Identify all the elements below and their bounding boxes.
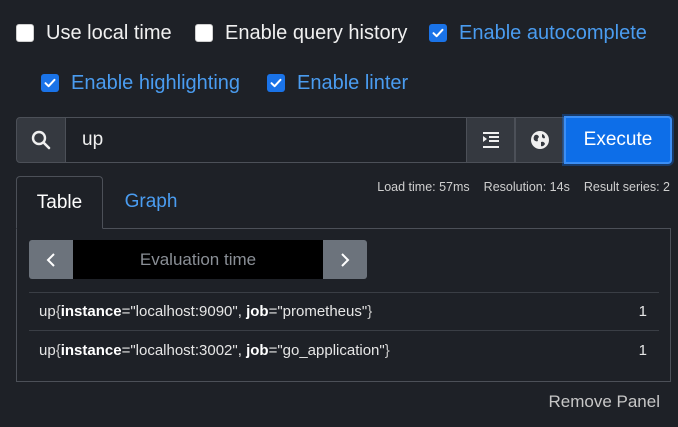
check-icon	[432, 28, 444, 38]
use-local-time-checkbox[interactable]	[16, 24, 34, 42]
evaluation-time-input[interactable]	[73, 240, 323, 279]
enable-query-history-label: Enable query history	[225, 21, 408, 44]
tab-graph[interactable]: Graph	[110, 176, 192, 228]
table-row: up{instance="localhost:9090", job="prome…	[29, 292, 659, 331]
use-local-time-option[interactable]: Use local time	[16, 19, 172, 47]
series-value: 1	[638, 303, 647, 320]
expression-bar: Execute	[16, 116, 672, 164]
query-stats: Load time: 57ms Resolution: 14s Result s…	[377, 180, 670, 194]
enable-highlighting-option[interactable]: Enable highlighting	[41, 69, 240, 97]
metrics-explorer-button[interactable]	[515, 117, 564, 163]
enable-linter-option[interactable]: Enable linter	[267, 69, 408, 97]
eval-time-forward-button[interactable]	[323, 240, 367, 279]
series-label: up{instance="localhost:3002", job="go_ap…	[39, 341, 390, 359]
load-time: Load time: 57ms	[377, 180, 470, 194]
format-indent-icon	[482, 132, 499, 148]
enable-linter-label: Enable linter	[297, 71, 409, 94]
expression-input[interactable]	[66, 117, 466, 163]
search-icon-box	[16, 117, 66, 163]
enable-linter-checkbox[interactable]	[267, 74, 285, 92]
search-icon	[31, 130, 51, 150]
enable-query-history-option[interactable]: Enable query history	[195, 19, 407, 47]
enable-query-history-checkbox[interactable]	[195, 24, 213, 42]
evaluation-time-picker	[29, 240, 367, 279]
execute-button[interactable]: Execute	[564, 116, 672, 164]
resolution: Resolution: 14s	[483, 180, 570, 194]
eval-time-back-button[interactable]	[29, 240, 73, 279]
use-local-time-label: Use local time	[46, 21, 172, 44]
enable-autocomplete-label: Enable autocomplete	[459, 21, 647, 44]
tab-table[interactable]: Table	[16, 176, 103, 229]
series-label: up{instance="localhost:9090", job="prome…	[39, 303, 373, 320]
globe-icon	[530, 131, 549, 149]
series-value: 1	[638, 341, 647, 359]
enable-autocomplete-option[interactable]: Enable autocomplete	[429, 19, 647, 47]
remove-panel-link[interactable]: Remove Panel	[548, 392, 660, 412]
check-icon	[270, 78, 282, 88]
enable-autocomplete-checkbox[interactable]	[429, 24, 447, 42]
check-icon	[44, 78, 56, 88]
format-expression-button[interactable]	[466, 117, 515, 163]
chevron-right-icon	[341, 252, 350, 267]
table-row: up{instance="localhost:3002", job="go_ap…	[29, 331, 659, 369]
enable-highlighting-checkbox[interactable]	[41, 74, 59, 92]
chevron-left-icon	[46, 252, 55, 267]
result-series: Result series: 2	[583, 180, 670, 194]
enable-highlighting-label: Enable highlighting	[71, 71, 241, 94]
